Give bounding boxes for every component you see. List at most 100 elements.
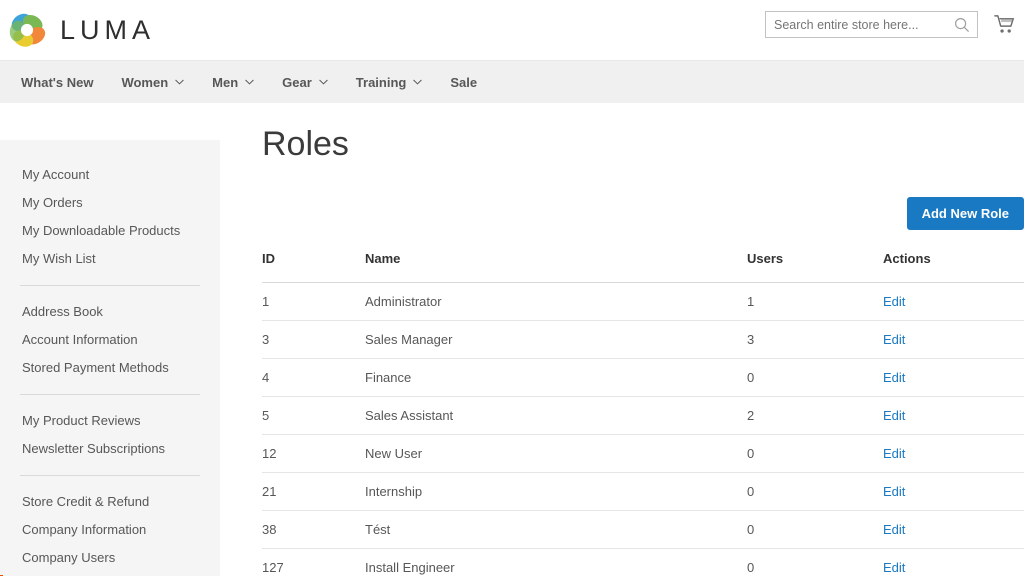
cell-name: Administrator — [365, 282, 747, 321]
sidebar-divider — [20, 394, 200, 395]
nav-item-label: What's New — [21, 74, 94, 90]
cell-name: Finance — [365, 358, 747, 397]
cell-actions: Edit — [883, 320, 1024, 359]
cell-actions: Edit — [883, 510, 1024, 549]
header-actions — [765, 11, 1016, 38]
cell-id: 3 — [262, 320, 365, 359]
nav-item-gear[interactable]: Gear — [268, 61, 342, 104]
cell-name: New User — [365, 434, 747, 473]
logo[interactable]: LUMA — [8, 11, 155, 49]
nav-item-label: Training — [355, 74, 407, 90]
sidebar-item-my-wish-list[interactable]: My Wish List — [0, 245, 220, 273]
table-row: 12 New User 0 Edit — [262, 434, 1024, 473]
table-row: 4 Finance 0 Edit — [262, 358, 1024, 397]
search-icon[interactable] — [954, 17, 970, 33]
cell-id: 127 — [262, 548, 365, 576]
sidebar-item-store-credit-refund[interactable]: Store Credit & Refund — [0, 488, 220, 516]
sidebar-item-label: Company Users — [22, 550, 116, 565]
table-body: 1 Administrator 1 Edit 3 Sales Manager 3… — [262, 282, 1024, 576]
edit-link[interactable]: Edit — [883, 370, 905, 385]
chevron-down-icon — [175, 79, 184, 85]
search-input[interactable] — [766, 12, 977, 37]
table-row: 21 Internship 0 Edit — [262, 472, 1024, 511]
table-row: 5 Sales Assistant 2 Edit — [262, 396, 1024, 435]
cell-users: 0 — [747, 472, 883, 511]
page-title: Roles — [262, 125, 349, 163]
nav-item-women[interactable]: Women — [107, 61, 198, 104]
shopping-cart-icon[interactable] — [994, 14, 1016, 36]
edit-link[interactable]: Edit — [883, 522, 905, 537]
column-header-users[interactable]: Users — [747, 251, 883, 283]
sidebar-item-label: Stored Payment Methods — [22, 360, 169, 375]
sidebar-column: My Account My Orders My Downloadable Pro… — [0, 103, 262, 576]
edit-link[interactable]: Edit — [883, 294, 905, 309]
sidebar-item-my-product-reviews[interactable]: My Product Reviews — [0, 407, 220, 435]
cell-actions: Edit — [883, 434, 1024, 473]
page-toolbar: Add New Role — [262, 197, 1024, 230]
cell-name: Sales Assistant — [365, 396, 747, 435]
table-row: 3 Sales Manager 3 Edit — [262, 320, 1024, 359]
sidebar-item-label: Store Credit & Refund — [22, 494, 150, 509]
sidebar-item-label: My Downloadable Products — [22, 223, 181, 238]
search-box[interactable] — [765, 11, 978, 38]
add-new-role-button[interactable]: Add New Role — [906, 197, 1024, 230]
sidebar-item-roles-and-permissions[interactable]: Roles and Permissions — [0, 572, 220, 576]
sidebar-item-label: Address Book — [22, 304, 103, 319]
table-row: 127 Install Engineer 0 Edit — [262, 548, 1024, 576]
cell-users: 0 — [747, 548, 883, 576]
cell-users: 0 — [747, 358, 883, 397]
cell-users: 2 — [747, 396, 883, 435]
cell-id: 1 — [262, 282, 365, 321]
cell-actions: Edit — [883, 396, 1024, 435]
edit-link[interactable]: Edit — [883, 484, 905, 499]
edit-link[interactable]: Edit — [883, 332, 905, 347]
nav-item-label: Women — [121, 74, 169, 90]
site-header: LUMA — [0, 0, 1024, 60]
cell-users: 3 — [747, 320, 883, 359]
sidebar-item-company-users[interactable]: Company Users — [0, 544, 220, 572]
sidebar-item-label: My Product Reviews — [22, 413, 141, 428]
edit-link[interactable]: Edit — [883, 446, 905, 461]
sidebar-item-label: My Wish List — [22, 251, 96, 266]
chevron-down-icon — [413, 79, 423, 85]
main-navigation: What's New Women Men Gear Training Sale — [0, 60, 1024, 103]
nav-item-men[interactable]: Men — [198, 61, 268, 104]
cell-actions: Edit — [883, 282, 1024, 321]
sidebar-item-address-book[interactable]: Address Book — [0, 298, 220, 326]
sidebar-item-stored-payment-methods[interactable]: Stored Payment Methods — [0, 354, 220, 382]
table-header: ID Name Users Actions — [262, 251, 1024, 283]
cell-name: Install Engineer — [365, 548, 747, 576]
cell-users: 1 — [747, 282, 883, 321]
column-header-name[interactable]: Name — [365, 251, 747, 283]
sidebar-group-address: Address Book Account Information Stored … — [0, 293, 220, 387]
sidebar-item-my-orders[interactable]: My Orders — [0, 189, 220, 217]
cell-name: Tést — [365, 510, 747, 549]
nav-item-training[interactable]: Training — [342, 61, 437, 104]
cell-id: 12 — [262, 434, 365, 473]
edit-link[interactable]: Edit — [883, 560, 905, 575]
sidebar-item-newsletter-subscriptions[interactable]: Newsletter Subscriptions — [0, 435, 220, 463]
column-header-id[interactable]: ID — [262, 251, 365, 283]
cell-users: 0 — [747, 434, 883, 473]
sidebar-divider — [20, 475, 200, 476]
cell-actions: Edit — [883, 472, 1024, 511]
roles-table: ID Name Users Actions 1 Administrator 1 … — [262, 251, 1024, 576]
cell-id: 5 — [262, 396, 365, 435]
edit-link[interactable]: Edit — [883, 408, 905, 423]
cell-id: 21 — [262, 472, 365, 511]
nav-item-whats-new[interactable]: What's New — [7, 61, 107, 104]
nav-item-sale[interactable]: Sale — [436, 61, 491, 104]
table-row: 38 Tést 0 Edit — [262, 510, 1024, 549]
sidebar-item-account-information[interactable]: Account Information — [0, 326, 220, 354]
table-header-row: ID Name Users Actions — [262, 251, 1024, 283]
brand-name: LUMA — [60, 14, 156, 45]
cell-actions: Edit — [883, 358, 1024, 397]
sidebar-item-company-information[interactable]: Company Information — [0, 516, 220, 544]
sidebar-item-my-account[interactable]: My Account — [0, 161, 220, 189]
cell-name: Internship — [365, 472, 747, 511]
sidebar-divider — [20, 285, 200, 286]
table-row: 1 Administrator 1 Edit — [262, 282, 1024, 321]
sidebar-item-my-downloadable-products[interactable]: My Downloadable Products — [0, 217, 220, 245]
column-header-actions: Actions — [883, 251, 1024, 283]
sidebar-item-label: Account Information — [22, 332, 138, 347]
